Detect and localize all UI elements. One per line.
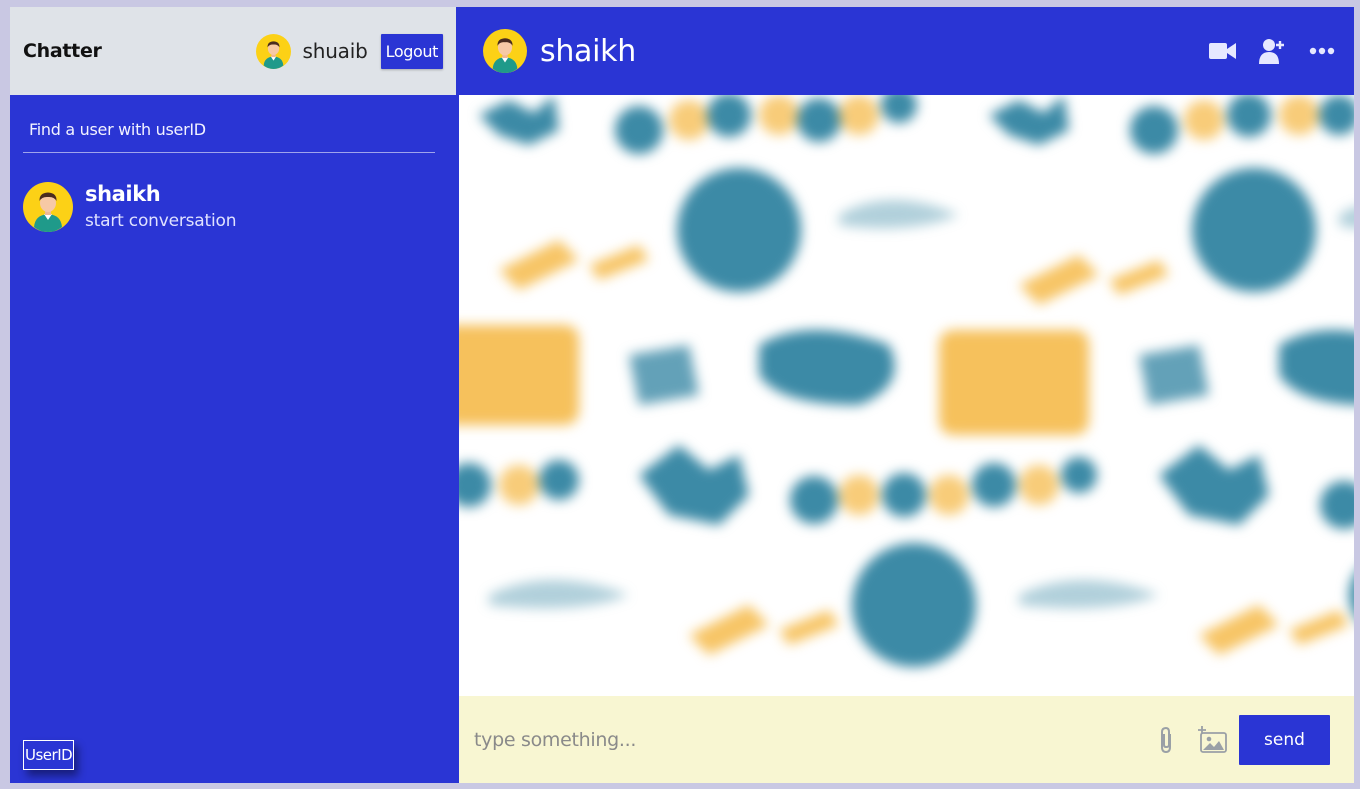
current-user: shuaib Logout — [255, 33, 443, 69]
chat-header: shaikh — [456, 7, 1354, 95]
user-search — [23, 120, 435, 153]
user-avatar-icon — [483, 29, 527, 73]
sidebar: Chatter shuaib Logout Find a user with u… — [10, 7, 456, 783]
brand-logo: Chatter — [23, 40, 102, 62]
userid-button[interactable]: UserID — [23, 740, 75, 770]
user-avatar-icon — [23, 181, 73, 232]
sidebar-header: Chatter shuaib Logout — [10, 7, 456, 95]
conversation-last-message: start conversation — [85, 211, 237, 231]
send-button[interactable]: send — [1239, 714, 1330, 765]
user-avatar-icon — [255, 33, 291, 69]
current-username: shuaib — [302, 39, 368, 63]
more-options-icon[interactable] — [1308, 37, 1336, 65]
chat-peer-name: shaikh — [540, 33, 636, 69]
search-input[interactable] — [29, 120, 435, 139]
message-input-bar: send — [456, 696, 1354, 783]
conversation-info: shaikh start conversation — [85, 181, 236, 232]
add-image-icon[interactable] — [1197, 724, 1229, 756]
chat-actions — [1186, 37, 1336, 65]
conversation-name: shaikh — [85, 182, 161, 206]
message-area — [456, 95, 1354, 696]
add-user-icon[interactable] — [1258, 37, 1286, 65]
chat-app: Chatter shuaib Logout Find a user with u… — [10, 7, 1354, 783]
paperclip-icon[interactable] — [1153, 725, 1179, 755]
message-input[interactable] — [472, 727, 1153, 752]
chat-background-pattern — [459, 95, 1354, 667]
video-camera-icon[interactable] — [1208, 37, 1236, 65]
chat-panel: shaikh type something... send — [456, 7, 1354, 783]
conversation-item[interactable]: shaikh start conversation — [23, 181, 456, 232]
logout-button[interactable]: Logout — [380, 33, 443, 69]
